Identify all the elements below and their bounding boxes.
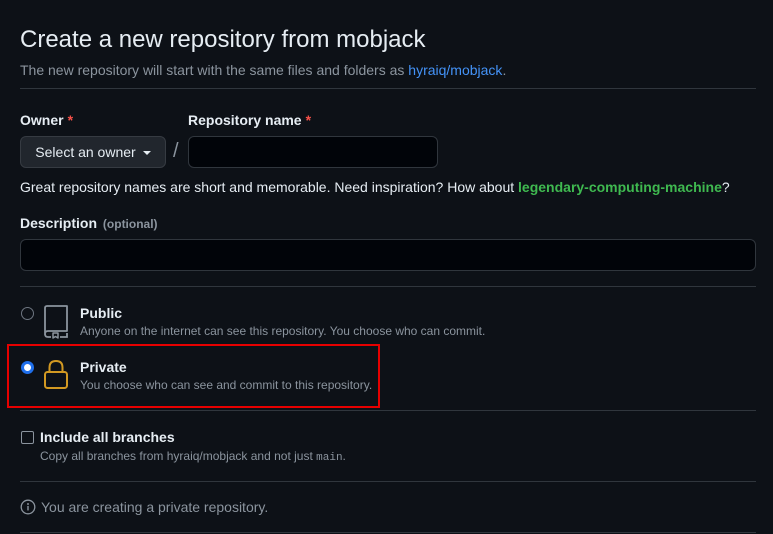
- private-title: Private: [80, 359, 127, 375]
- hint-suffix: ?: [721, 179, 730, 195]
- owner-required-mark: *: [67, 112, 74, 128]
- include-branches-checkbox[interactable]: [21, 431, 34, 444]
- repo-name-label-text: Repository name: [188, 112, 302, 128]
- description-optional: (optional): [102, 217, 158, 231]
- branches-desc-suffix: .: [342, 449, 346, 463]
- page-subtitle: The new repository will start with the s…: [20, 62, 506, 78]
- template-repo-link[interactable]: hyraiq/mobjack: [408, 62, 502, 78]
- public-title: Public: [80, 305, 123, 321]
- repo-icon: [44, 305, 68, 339]
- subtitle-suffix: .: [502, 62, 507, 78]
- page-title: Create a new repository from mobjack: [20, 26, 426, 53]
- owner-select-button[interactable]: Select an owner: [20, 136, 166, 168]
- lock-icon: [44, 359, 68, 389]
- hint-prefix: Great repository names are short and mem…: [20, 179, 519, 195]
- repository-name-input[interactable]: [188, 136, 438, 168]
- header-divider: [20, 88, 756, 89]
- description-label-text: Description: [20, 215, 98, 231]
- description-input[interactable]: [20, 239, 756, 271]
- repo-name-label: Repository name *: [188, 112, 311, 128]
- owner-select-label: Select an owner: [35, 144, 136, 160]
- owner-repo-separator: /: [173, 140, 179, 162]
- include-branches-label[interactable]: Include all branches: [40, 429, 175, 445]
- private-info-text: You are creating a private repository.: [41, 499, 269, 515]
- public-description: Anyone on the internet can see this repo…: [80, 324, 486, 338]
- description-label: Description (optional): [20, 215, 158, 231]
- name-suggestion[interactable]: legendary-computing-machine: [518, 179, 722, 195]
- visibility-divider-top: [20, 286, 756, 287]
- create-repo-page: Create a new repository from mobjack The…: [0, 0, 773, 534]
- include-branches-description: Copy all branches from hyraiq/mobjack an…: [40, 449, 346, 464]
- caret-down-icon: [142, 151, 151, 155]
- owner-label: Owner *: [20, 112, 73, 128]
- private-radio[interactable]: [21, 361, 34, 374]
- repo-name-hint: Great repository names are short and mem…: [20, 179, 730, 195]
- info-icon: [20, 499, 36, 515]
- private-info-notice: You are creating a private repository.: [20, 499, 268, 515]
- repo-name-required-mark: *: [305, 112, 312, 128]
- private-description: You choose who can see and commit to thi…: [80, 378, 373, 392]
- visibility-divider-bottom: [20, 410, 756, 411]
- public-radio[interactable]: [21, 307, 34, 320]
- footer-divider: [20, 532, 756, 533]
- branches-desc-prefix: Copy all branches from hyraiq/mobjack an…: [40, 449, 317, 463]
- owner-label-text: Owner: [20, 112, 64, 128]
- branches-desc-code: main: [316, 452, 343, 464]
- subtitle-prefix: The new repository will start with the s…: [20, 62, 409, 78]
- branches-divider: [20, 481, 756, 482]
